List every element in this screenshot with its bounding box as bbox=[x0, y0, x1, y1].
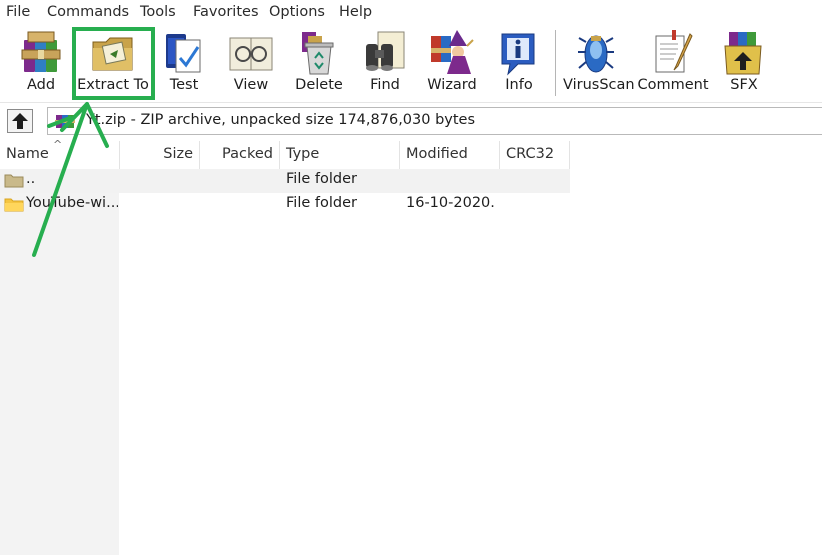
add-label: Add bbox=[26, 77, 56, 93]
find-button[interactable]: Find bbox=[360, 24, 410, 100]
menu-help[interactable]: Help bbox=[339, 4, 372, 20]
table-row[interactable]: .. File folder bbox=[0, 169, 570, 193]
up-arrow-icon bbox=[12, 113, 28, 129]
info-label: Info bbox=[505, 77, 533, 93]
extract-to-button[interactable]: Extract To bbox=[76, 24, 150, 100]
sfx-button[interactable]: SFX bbox=[719, 24, 769, 100]
find-binoculars-icon bbox=[360, 28, 410, 78]
info-icon bbox=[494, 28, 544, 78]
sfx-icon bbox=[719, 28, 769, 78]
add-button[interactable]: Add bbox=[10, 24, 72, 100]
column-modified[interactable]: Modified bbox=[400, 141, 500, 169]
sort-ascending-icon: ^ bbox=[53, 138, 63, 151]
virusscan-label: VirusScan bbox=[563, 77, 635, 93]
file-name: YouTube-wi... bbox=[26, 195, 118, 211]
add-archive-icon bbox=[16, 28, 66, 78]
find-label: Find bbox=[370, 77, 400, 93]
column-name[interactable]: Name ^ bbox=[0, 138, 120, 169]
test-label: Test bbox=[169, 77, 199, 93]
extract-to-icon bbox=[88, 28, 138, 78]
extract-to-label: Extract To bbox=[77, 77, 149, 93]
folder-icon bbox=[4, 197, 24, 212]
menu-commands[interactable]: Commands bbox=[47, 4, 129, 20]
file-list: Name ^ Size Packed Type Modified CRC32 .… bbox=[0, 138, 822, 555]
view-glasses-icon bbox=[226, 28, 276, 78]
toolbar: Add Extract To Test View Delete Find Wiz… bbox=[0, 24, 822, 100]
comment-label: Comment bbox=[637, 77, 709, 93]
comment-button[interactable]: Comment bbox=[637, 24, 709, 100]
file-type: File folder bbox=[286, 195, 357, 211]
up-one-level-button[interactable] bbox=[7, 109, 33, 133]
column-type[interactable]: Type bbox=[280, 141, 400, 169]
name-column-background bbox=[0, 169, 119, 555]
toolbar-separator bbox=[555, 30, 556, 96]
file-type: File folder bbox=[286, 171, 357, 187]
menu-options[interactable]: Options bbox=[269, 4, 325, 20]
archive-info-text: Yt.zip - ZIP archive, unpacked size 174,… bbox=[86, 112, 476, 128]
virusscan-button[interactable]: VirusScan bbox=[563, 24, 635, 100]
menu-tools[interactable]: Tools bbox=[140, 4, 176, 20]
address-bar: Yt.zip - ZIP archive, unpacked size 174,… bbox=[0, 102, 822, 138]
wizard-button[interactable]: Wizard bbox=[424, 24, 480, 100]
menu-bar: File Commands Tools Favorites Options He… bbox=[0, 0, 822, 24]
table-row[interactable]: YouTube-wi... File folder 16-10-2020... bbox=[0, 193, 570, 217]
menu-file[interactable]: File bbox=[6, 4, 30, 20]
address-field[interactable]: Yt.zip - ZIP archive, unpacked size 174,… bbox=[47, 107, 822, 135]
delete-label: Delete bbox=[295, 77, 343, 93]
virusscan-icon bbox=[573, 28, 623, 78]
column-packed[interactable]: Packed bbox=[200, 141, 280, 169]
menu-favorites[interactable]: Favorites bbox=[193, 4, 259, 20]
zip-archive-icon bbox=[54, 112, 76, 130]
parent-folder-icon bbox=[4, 173, 24, 188]
info-button[interactable]: Info bbox=[496, 24, 542, 100]
test-icon bbox=[159, 28, 209, 78]
test-button[interactable]: Test bbox=[158, 24, 210, 100]
column-name-label: Name bbox=[6, 146, 49, 162]
wizard-label: Wizard bbox=[427, 77, 477, 93]
file-modified: 16-10-2020... bbox=[406, 195, 496, 211]
column-header: Name ^ Size Packed Type Modified CRC32 bbox=[0, 138, 570, 169]
wizard-icon bbox=[427, 28, 477, 78]
delete-button[interactable]: Delete bbox=[292, 24, 346, 100]
file-name: .. bbox=[26, 171, 36, 187]
comment-icon bbox=[648, 28, 698, 78]
sfx-label: SFX bbox=[730, 77, 758, 93]
column-crc32[interactable]: CRC32 bbox=[500, 141, 570, 169]
column-size[interactable]: Size bbox=[120, 141, 200, 169]
delete-recycle-icon bbox=[294, 28, 344, 78]
view-label: View bbox=[233, 77, 269, 93]
view-button[interactable]: View bbox=[224, 24, 278, 100]
